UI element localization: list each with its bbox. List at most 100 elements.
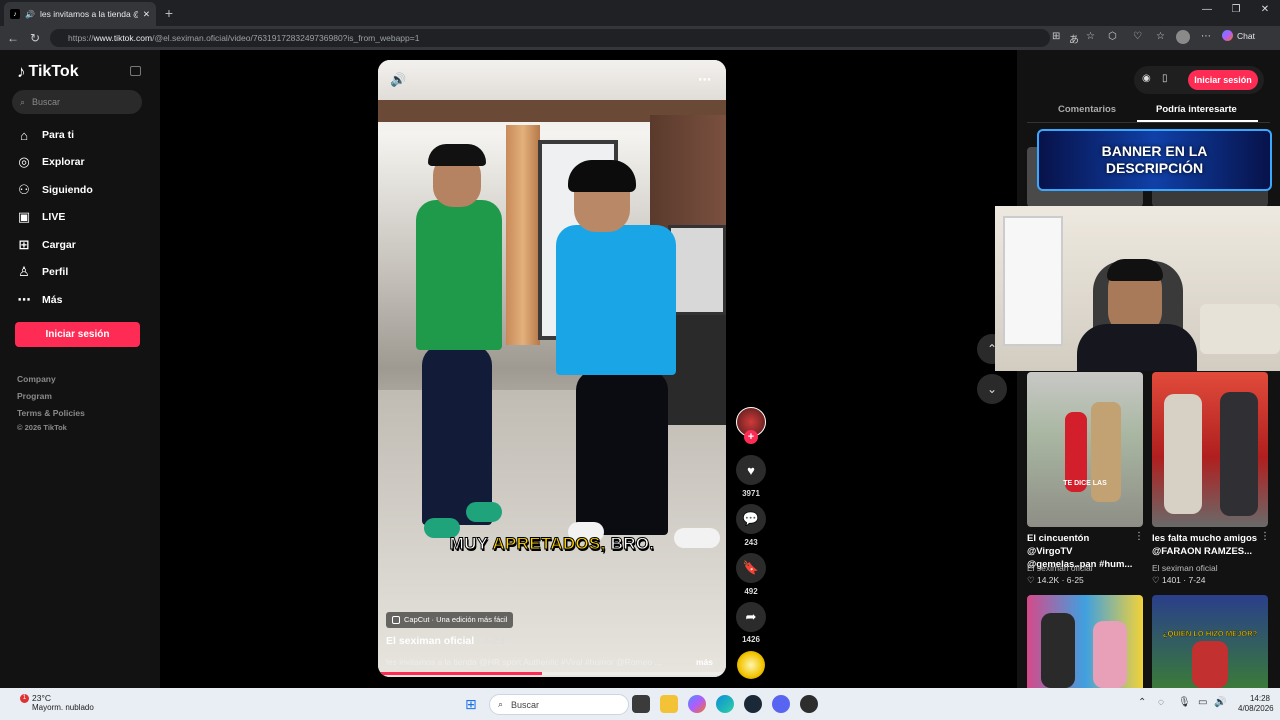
like-button[interactable]: ♥ <box>736 455 766 485</box>
sidebar-item-label: Cargar <box>42 239 76 251</box>
url-path: /@el.seximan.oficial/video/7631917283249… <box>152 33 420 43</box>
tab-divider <box>1027 122 1270 123</box>
save-button[interactable]: 🔖 <box>736 553 766 583</box>
video-thumbnail-1[interactable]: TE DICE LAS <box>1027 372 1143 527</box>
back-icon[interactable]: ← <box>2 31 24 45</box>
microphone-icon[interactable]: 🎙 <box>1178 697 1191 708</box>
favorites-icon[interactable]: ☆ <box>1156 31 1165 42</box>
profile-avatar-icon[interactable] <box>1176 30 1190 44</box>
search-input[interactable]: ⌕ Buscar <box>12 90 142 114</box>
file-explorer-icon[interactable] <box>660 695 678 713</box>
extension-icon[interactable]: ⬡ <box>1108 31 1117 42</box>
sidebar-item-siguiendo[interactable]: ⚇ Siguiendo <box>16 181 93 199</box>
sidebar-item-label: LIVE <box>42 211 66 223</box>
follow-plus-icon[interactable]: + <box>744 430 758 444</box>
capcut-icon <box>392 616 400 624</box>
taskbar-search[interactable]: ⌕ Buscar <box>489 694 629 715</box>
apps-icon[interactable]: ⊞ <box>1052 31 1060 42</box>
video-more-icon[interactable]: ⋮ <box>1260 531 1270 542</box>
windows-start-icon[interactable]: ⊞ <box>465 696 477 713</box>
footer-link-program[interactable]: Program <box>17 391 52 401</box>
clock-time: 14:28 <box>1249 694 1270 703</box>
compass-small-icon[interactable]: ◉ <box>1142 73 1151 84</box>
webcam-window <box>1003 216 1063 346</box>
tray-chevron-icon[interactable]: ⌃ <box>1138 697 1146 708</box>
url-field[interactable]: https://www.tiktok.com/@el.seximan.ofici… <box>50 29 1050 47</box>
collapse-sidebar-icon[interactable] <box>130 66 141 76</box>
network-icon[interactable]: ▭ <box>1198 697 1207 708</box>
sidebar-item-para-ti[interactable]: ⌂ Para ti <box>16 126 74 144</box>
webcam-overlay <box>995 206 1280 371</box>
footer-link-terms[interactable]: Terms & Policies <box>17 408 85 418</box>
clock-date: 4/08/2026 <box>1238 704 1274 713</box>
app-icon[interactable] <box>800 695 818 713</box>
sidebar-item-mas[interactable]: ⋯ Más <box>16 291 63 309</box>
minimize-button[interactable]: — <box>1192 4 1222 15</box>
next-video-button[interactable]: ⌄ <box>977 374 1007 404</box>
volume-icon[interactable]: 🔊 <box>390 72 406 88</box>
discord-icon[interactable] <box>772 695 790 713</box>
video-description: les invitamos a la tienda @HR sport Auth… <box>386 657 662 667</box>
tiktok-logo[interactable]: ♪ TikTok <box>17 62 79 82</box>
search-icon: ⌕ <box>498 699 504 709</box>
sidebar-item-perfil[interactable]: ♙ Perfil <box>16 263 68 281</box>
close-window-button[interactable]: ✕ <box>1250 4 1280 15</box>
close-tab-icon[interactable]: ✕ <box>143 9 150 20</box>
video-scene-monitor <box>668 225 726 315</box>
video-thumbnail-2[interactable] <box>1152 372 1268 527</box>
sidebar-item-cargar[interactable]: ⊞ Cargar <box>16 236 76 254</box>
footer-link-company[interactable]: Company <box>17 374 56 384</box>
favorite-star-icon[interactable]: ☆ <box>1086 31 1095 42</box>
video-caption: MUY APRETADOS, BRO. <box>378 534 726 554</box>
banner-line-1: BANNER EN LA <box>1101 143 1208 159</box>
music-disc-icon[interactable] <box>737 651 765 679</box>
sidebar-login-button[interactable]: Iniciar sesión <box>15 322 140 347</box>
browser-essentials-icon[interactable]: ♡ <box>1133 31 1142 42</box>
tab-comentarios[interactable]: Comentarios <box>1058 104 1116 115</box>
video-title[interactable]: les falta mucho amigos @FARAON RAMZES... <box>1152 532 1262 558</box>
video-progress-bar[interactable] <box>378 672 726 675</box>
taskbar-search-placeholder: Buscar <box>511 699 540 710</box>
video-author[interactable]: El seximan oficial <box>1152 563 1218 573</box>
device-icon[interactable]: ▯ <box>1162 73 1168 84</box>
taskbar-clock[interactable]: 14:28 4/08/2026 <box>1238 694 1274 714</box>
capcut-badge[interactable]: CapCut · Una edición más fácil <box>386 612 514 628</box>
volume-tray-icon[interactable]: 🔊 <box>1214 697 1226 708</box>
new-tab-button[interactable]: + <box>160 4 178 22</box>
sidebar-item-explorar[interactable]: ◎ Explorar <box>16 153 84 171</box>
description-more-link[interactable]: más <box>696 657 713 667</box>
search-placeholder: Buscar <box>32 97 61 107</box>
share-button[interactable]: ➦ <box>736 602 766 632</box>
weather-alert-badge: 1 <box>20 694 29 703</box>
chat-label: Chat <box>1237 30 1255 41</box>
copilot-chat-button[interactable]: Chat <box>1222 30 1255 41</box>
maximize-button[interactable]: ❐ <box>1221 4 1251 15</box>
comment-button[interactable]: 💬 <box>736 504 766 534</box>
video-thumbnail-3[interactable] <box>1027 595 1143 688</box>
weather-widget[interactable]: 23°C Mayorm. nublado <box>32 693 94 713</box>
settings-more-icon[interactable]: ⋯ <box>1201 31 1211 42</box>
video-more-icon[interactable]: ⋮ <box>1134 531 1144 542</box>
translate-icon[interactable]: あ <box>1069 31 1079 46</box>
browser-tab[interactable]: ♪ 🔊 les invitamos a la tienda @HR ✕ <box>4 2 156 26</box>
task-view-icon[interactable] <box>632 695 650 713</box>
video-player[interactable]: 🔊 ⋯ MUY APRETADOS, BRO. CapCut · Una edi… <box>378 60 726 677</box>
sidebar-item-label: Siguiendo <box>42 184 93 196</box>
video-thumbnail-4[interactable]: ¿QUIEN LO HIZO MEJOR? <box>1152 595 1268 688</box>
video-stats: ♡ 1401 · 7-24 <box>1152 575 1205 586</box>
copilot-app-icon[interactable] <box>688 695 706 713</box>
sidebar-item-live[interactable]: ▣ LIVE <box>16 208 66 226</box>
speaker-icon[interactable]: 🔊 <box>25 10 35 19</box>
tab-podria-interesarte[interactable]: Podría interesarte <box>1156 104 1237 115</box>
tray-app-icon[interactable]: ◌ <box>1158 697 1164 708</box>
person-right-pants <box>576 370 668 535</box>
edge-browser-icon[interactable] <box>716 695 734 713</box>
video-more-options-icon[interactable]: ⋯ <box>698 72 711 88</box>
right-login-button[interactable]: Iniciar sesión <box>1188 70 1258 90</box>
video-scene-curtain <box>506 125 540 345</box>
reload-icon[interactable]: ↻ <box>24 31 46 45</box>
video-author[interactable]: El seximan oficial <box>1027 563 1093 573</box>
video-author[interactable]: El seximan oficial · 4-23 <box>386 635 504 647</box>
browser-tab-bar: ♪ 🔊 les invitamos a la tienda @HR ✕ + — … <box>0 0 1280 26</box>
steam-icon[interactable] <box>744 695 762 713</box>
